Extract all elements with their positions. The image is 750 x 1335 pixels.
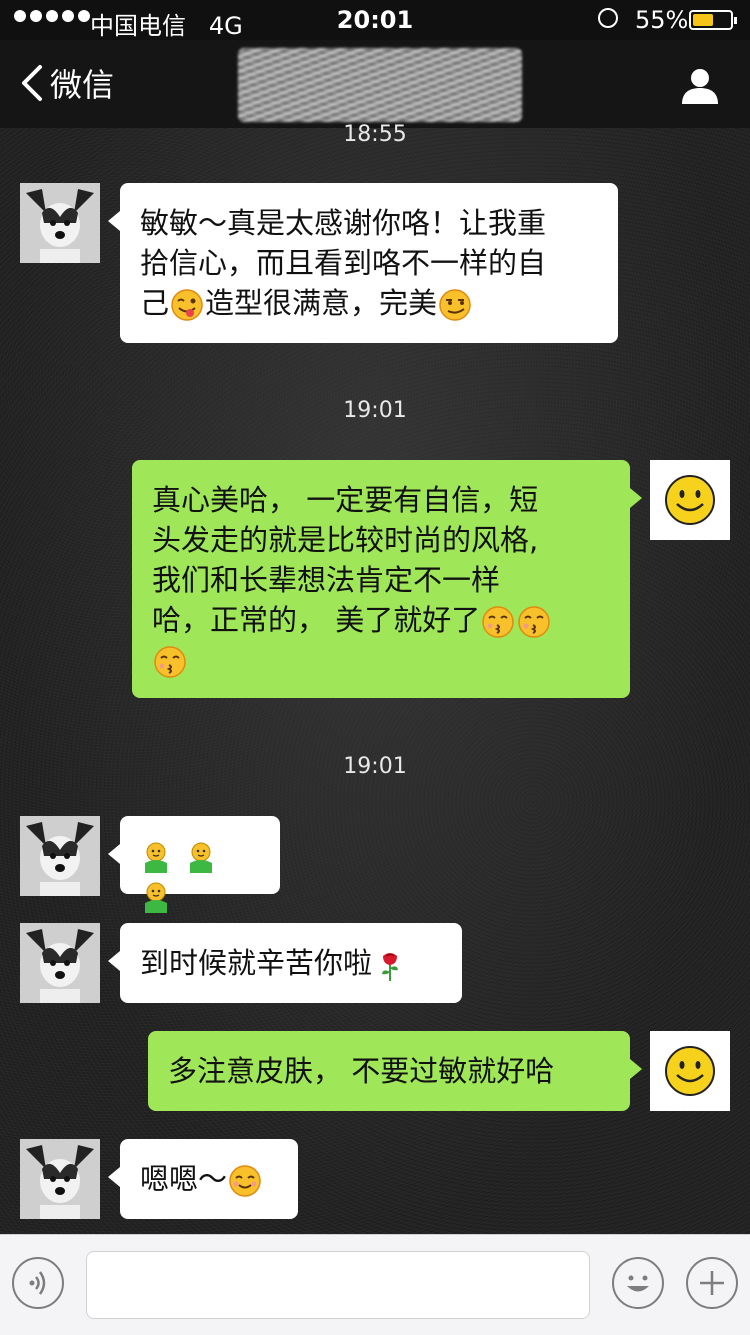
message-text-line: 嗯嗯～ bbox=[140, 1159, 278, 1199]
chevron-left-icon bbox=[22, 65, 42, 101]
message-text-line: 己 造型很满意，完美 bbox=[140, 283, 598, 323]
contact-avatar[interactable] bbox=[20, 923, 100, 1003]
message-text: 头发走的就是比较时尚的风格, bbox=[152, 523, 539, 557]
input-bar bbox=[0, 1234, 750, 1335]
message-text: 造型很满意，完美 bbox=[205, 286, 438, 320]
dog-avatar-image bbox=[20, 1139, 100, 1219]
message-text: 拾信心，而且看到咯不一样的自 bbox=[140, 246, 547, 280]
back-button[interactable]: 微信 bbox=[18, 60, 114, 106]
rotation-lock-icon bbox=[598, 8, 618, 28]
message-text: 多注意皮肤， 不要过敏就好哈 bbox=[168, 1054, 555, 1088]
message-emoji-line bbox=[152, 640, 610, 680]
smiley-avatar-image bbox=[650, 460, 730, 540]
emoji-button[interactable] bbox=[612, 1257, 664, 1309]
smiley-avatar-image bbox=[650, 1031, 730, 1111]
message-text: 嗯嗯～ bbox=[140, 1162, 228, 1196]
message-text: 我们和长辈想法肯定不一样 bbox=[152, 563, 501, 597]
message-input[interactable] bbox=[86, 1251, 590, 1319]
dog-avatar-image bbox=[20, 183, 100, 263]
smile-emoji-icon bbox=[229, 1165, 261, 1197]
green-figure-emoji-icon bbox=[145, 882, 167, 913]
message-text: 哈，正常的， 美了就好了 bbox=[152, 603, 481, 637]
status-bar: 中国电信 4G 20:01 55% bbox=[0, 0, 750, 40]
chat-area[interactable]: 18:55 敏敏～真是太感谢你咯！让我重 拾信心，而且看到咯不一样的自 己 造型很… bbox=[0, 122, 750, 1234]
contact-avatar[interactable] bbox=[20, 183, 100, 263]
green-figure-emoji-icon bbox=[190, 842, 213, 873]
battery-icon bbox=[689, 10, 737, 30]
voice-button[interactable] bbox=[12, 1257, 64, 1309]
my-avatar[interactable] bbox=[650, 460, 730, 540]
plus-icon bbox=[700, 1271, 724, 1295]
voice-icon bbox=[29, 1271, 46, 1295]
message-bubble-incoming[interactable]: 嗯嗯～ bbox=[108, 1139, 298, 1219]
message-bubble-outgoing[interactable]: 多注意皮肤， 不要过敏就好哈 bbox=[148, 1031, 642, 1111]
message-text-line: 到时候就辛苦你啦 bbox=[140, 943, 442, 983]
timestamp: 18:55 bbox=[343, 122, 407, 147]
contact-avatar[interactable] bbox=[20, 1139, 100, 1219]
person-icon[interactable] bbox=[680, 66, 720, 106]
timestamp: 19:01 bbox=[343, 398, 407, 423]
message-bubble-incoming[interactable]: 到时候就辛苦你啦 bbox=[108, 923, 462, 1003]
emoji-icon bbox=[627, 1275, 649, 1292]
message-text: 到时候就辛苦你啦 bbox=[140, 946, 373, 980]
kiss-emoji-icon bbox=[482, 606, 514, 638]
message-text: 真心美哈， 一定要有自信，短 bbox=[152, 483, 539, 517]
chat-title-redacted bbox=[238, 48, 522, 122]
message-text-line: 哈，正常的， 美了就好了 bbox=[152, 600, 610, 640]
message-text: 敏敏～真是太感谢你咯！让我重 bbox=[140, 206, 547, 240]
contact-avatar[interactable] bbox=[20, 816, 100, 896]
smug-emoji-icon bbox=[439, 289, 471, 321]
message-bubble-outgoing[interactable]: 真心美哈， 一定要有自信，短 头发走的就是比较时尚的风格, 我们和长辈想法肯定不… bbox=[132, 460, 642, 698]
rose-emoji-icon bbox=[382, 953, 399, 981]
battery-percent: 55% bbox=[635, 6, 689, 34]
nav-bar: 微信 bbox=[0, 40, 750, 128]
message-bubble-incoming[interactable]: 敏敏～真是太感谢你咯！让我重 拾信心，而且看到咯不一样的自 己 造型很满意，完美 bbox=[108, 183, 618, 343]
dog-avatar-image bbox=[20, 923, 100, 1003]
kiss-emoji-icon bbox=[518, 606, 550, 638]
back-label: 微信 bbox=[50, 66, 115, 104]
dog-avatar-image bbox=[20, 816, 100, 896]
battery-fill bbox=[693, 14, 713, 26]
green-figure-emoji-icon bbox=[145, 842, 167, 873]
wink-tongue-emoji-icon bbox=[171, 289, 203, 321]
my-avatar[interactable] bbox=[650, 1031, 730, 1111]
more-button[interactable] bbox=[686, 1257, 738, 1309]
timestamp: 19:01 bbox=[343, 754, 407, 779]
message-text: 己 bbox=[140, 286, 170, 320]
message-bubble-incoming[interactable] bbox=[108, 816, 280, 913]
kiss-emoji-icon bbox=[154, 646, 186, 678]
